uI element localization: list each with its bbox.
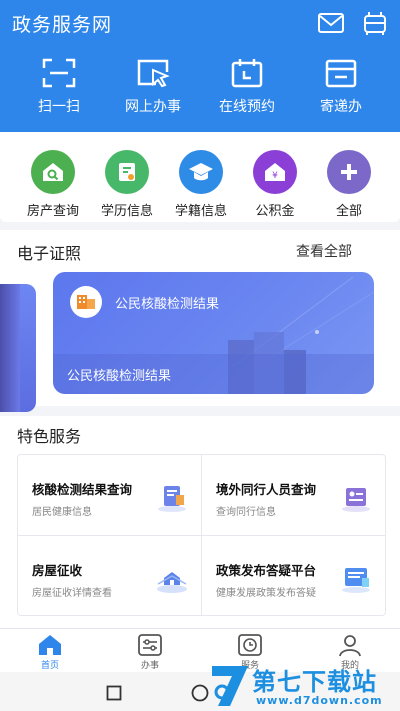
ecert-card-footer: 公民核酸检测结果 bbox=[53, 354, 374, 394]
graduation-cap-icon bbox=[179, 150, 223, 194]
service-house-query-label: 房产查询 bbox=[26, 204, 79, 219]
svg-text:¥: ¥ bbox=[272, 171, 278, 181]
recent-apps-icon[interactable] bbox=[106, 685, 122, 705]
featured-item-nucleic-test[interactable]: 核酸检测结果查询 居民健康信息 bbox=[18, 455, 202, 535]
service-all-label: 全部 bbox=[335, 204, 362, 219]
ecert-section: 电子证照 查看全部 公民核酸检测结果 公民核酸检测结果 bbox=[0, 230, 400, 412]
house-search-icon bbox=[31, 150, 75, 194]
featured-item-subtitle: 查询同行信息 bbox=[216, 507, 276, 518]
featured-item-overseas-peers[interactable]: 境外同行人员查询 查询同行信息 bbox=[202, 455, 386, 535]
tab-home-label: 首页 bbox=[40, 661, 59, 671]
ecert-card[interactable]: 公民核酸检测结果 公民核酸检测结果 bbox=[53, 272, 374, 394]
see-all-link[interactable]: 查看全部 bbox=[296, 241, 352, 261]
featured-item-subtitle: 房屋征收详情查看 bbox=[32, 588, 112, 599]
quick-online-affairs[interactable]: 网上办事 bbox=[108, 58, 198, 116]
mail-icon[interactable] bbox=[317, 10, 345, 36]
scan-device-icon[interactable] bbox=[361, 10, 389, 36]
ecert-card-footer-text: 公民核酸检测结果 bbox=[67, 369, 172, 384]
id-card-icon bbox=[70, 286, 102, 318]
quick-mail-service[interactable]: 寄递办 bbox=[296, 58, 386, 116]
featured-item-title: 核酸检测结果查询 bbox=[32, 482, 133, 497]
yen-house-icon: ¥ bbox=[253, 150, 297, 194]
quick-mail-service-label: 寄递办 bbox=[320, 99, 362, 115]
calendar-icon bbox=[202, 58, 292, 88]
quick-scan-label: 扫一扫 bbox=[38, 99, 80, 115]
featured-item-title: 境外同行人员查询 bbox=[216, 482, 317, 497]
featured-item-policy-qa[interactable]: 政策发布答疑平台 健康发展政策发布答疑 bbox=[202, 536, 386, 616]
plus-icon bbox=[327, 150, 371, 194]
quick-appointment-label: 在线预约 bbox=[219, 99, 275, 115]
service-shortcuts: 房产查询 学历信息 学籍信息 ¥ 公积金 全部 bbox=[0, 132, 400, 222]
app-header: 政务服务网 扫一扫 网上办事 在线预约 寄递办 bbox=[0, 0, 400, 132]
featured-item-house-expropriation[interactable]: 房屋征收 房屋征收详情查看 bbox=[18, 536, 202, 616]
watermark-logo-icon bbox=[208, 662, 252, 711]
featured-grid: 核酸检测结果查询 居民健康信息 境外同行人员查询 查询同行信息 房屋征收 房屋征… bbox=[17, 454, 386, 616]
featured-section: 特色服务 核酸检测结果查询 居民健康信息 境外同行人员查询 查询同行信息 房屋征… bbox=[0, 416, 400, 628]
watermark-name: 第七下载站 bbox=[252, 668, 377, 696]
service-education-info-label: 学历信息 bbox=[100, 204, 153, 219]
house-scan-icon bbox=[154, 564, 190, 594]
cursor-window-icon bbox=[108, 58, 198, 88]
user-icon bbox=[320, 633, 380, 657]
featured-item-title: 政策发布答疑平台 bbox=[216, 563, 317, 578]
clock-icon bbox=[220, 633, 280, 657]
home-icon bbox=[20, 633, 80, 657]
policy-board-icon bbox=[338, 564, 374, 594]
certificate-icon bbox=[105, 150, 149, 194]
ecert-card-name: 公民核酸检测结果 bbox=[115, 297, 220, 312]
ecert-title: 电子证照 bbox=[17, 244, 82, 263]
quick-appointment[interactable]: 在线预约 bbox=[202, 58, 292, 116]
quick-scan[interactable]: 扫一扫 bbox=[14, 58, 104, 116]
site-watermark: 第七下载站 www.d7down.com bbox=[204, 660, 400, 711]
featured-item-subtitle: 居民健康信息 bbox=[32, 507, 92, 518]
service-student-status[interactable]: 学籍信息 bbox=[163, 150, 239, 219]
service-education-info[interactable]: 学历信息 bbox=[89, 150, 165, 219]
tab-affairs-label: 办事 bbox=[140, 661, 159, 671]
app-title: 政务服务网 bbox=[12, 14, 113, 36]
featured-item-title: 房屋征收 bbox=[32, 563, 83, 578]
tab-affairs[interactable]: 办事 bbox=[120, 633, 180, 671]
watermark-url: www.d7down.com bbox=[256, 694, 383, 707]
featured-title: 特色服务 bbox=[17, 427, 82, 446]
report-icon bbox=[154, 483, 190, 513]
quick-online-affairs-label: 网上办事 bbox=[125, 99, 181, 115]
service-housing-fund-label: 公积金 bbox=[255, 204, 295, 219]
scan-frame-icon bbox=[14, 58, 104, 88]
sliders-icon bbox=[120, 633, 180, 657]
featured-item-subtitle: 健康发展政策发布答疑 bbox=[216, 588, 316, 599]
service-housing-fund[interactable]: ¥ 公积金 bbox=[237, 150, 313, 219]
service-all[interactable]: 全部 bbox=[311, 150, 387, 219]
service-student-status-label: 学籍信息 bbox=[174, 204, 227, 219]
people-list-icon bbox=[338, 483, 374, 513]
mailbox-icon bbox=[296, 58, 386, 88]
previous-card-peek[interactable] bbox=[0, 284, 36, 412]
tab-home[interactable]: 首页 bbox=[20, 633, 80, 671]
service-house-query[interactable]: 房产查询 bbox=[15, 150, 91, 219]
